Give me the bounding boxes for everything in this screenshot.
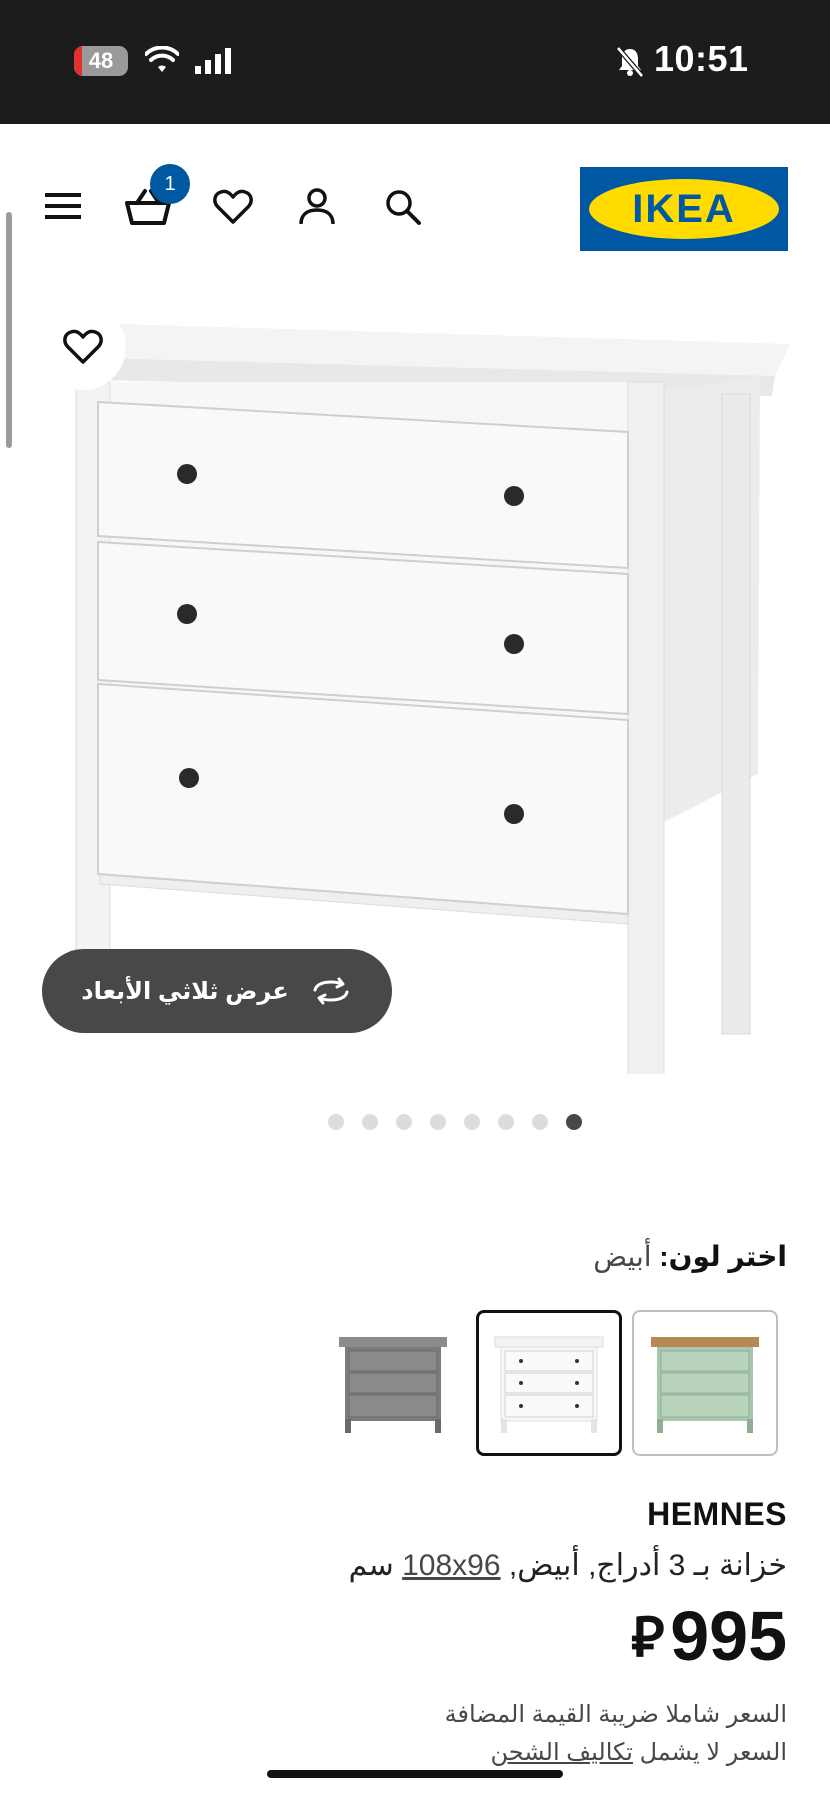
selected-color-value: أبيض: [593, 1241, 652, 1272]
dresser-thumbnail: [494, 1336, 604, 1433]
site-header: 1 IKEA: [0, 124, 830, 284]
clock: 10:51: [654, 38, 749, 79]
carousel-dot[interactable]: [430, 1114, 446, 1130]
drawer-knob: [177, 464, 197, 484]
carousel-dots: [0, 1114, 830, 1130]
menu-icon: [45, 193, 81, 219]
shipping-note: السعر لا يشمل تكاليف الشحن: [490, 1738, 787, 1767]
cellular-signal-icon: [195, 48, 231, 74]
logo-text: IKEA: [589, 179, 779, 239]
dimension-unit: سم: [348, 1549, 394, 1582]
carousel-dot[interactable]: [532, 1114, 548, 1130]
carousel-dot[interactable]: [362, 1114, 378, 1130]
add-to-favorites-button[interactable]: [40, 304, 126, 390]
carousel-dot-active[interactable]: [566, 1114, 582, 1130]
view-3d-button[interactable]: عرض ثلاثي الأبعاد: [42, 949, 392, 1033]
search-icon: [386, 190, 421, 225]
menu-button[interactable]: [40, 186, 86, 226]
carousel-dot[interactable]: [328, 1114, 344, 1130]
product-gallery[interactable]: عرض ثلاثي الأبعاد: [0, 284, 830, 1130]
dresser-thumbnail: [339, 1337, 447, 1433]
product-description-text: خزانة بـ 3 أدراج, أبيض,: [508, 1549, 787, 1582]
vat-note: السعر شاملا ضريبة القيمة المضافة: [444, 1701, 787, 1728]
heart-icon: [63, 329, 103, 364]
wifi-icon: [145, 46, 179, 72]
color-swatch-white[interactable]: [476, 1310, 622, 1456]
color-swatch-gray[interactable]: [320, 1310, 466, 1456]
carousel-dot[interactable]: [464, 1114, 480, 1130]
carousel-dot[interactable]: [396, 1114, 412, 1130]
carousel-dot[interactable]: [498, 1114, 514, 1130]
view-3d-label: عرض ثلاثي الأبعاد: [81, 977, 289, 1005]
ikea-logo[interactable]: IKEA: [580, 167, 788, 251]
user-icon: [299, 188, 335, 225]
battery-level: 48: [88, 48, 114, 73]
shipping-prefix: السعر لا يشمل: [639, 1739, 787, 1766]
search-button[interactable]: [380, 184, 426, 230]
currency-symbol: ⃁: [630, 1605, 665, 1668]
color-swatch-green-gray[interactable]: [632, 1310, 778, 1456]
rotate-3d-icon: [313, 977, 349, 1005]
battery-icon: 48: [74, 46, 128, 76]
account-button[interactable]: [294, 182, 340, 230]
shipping-costs-link[interactable]: تكاليف الشحن: [490, 1739, 632, 1766]
price-value: 995: [670, 1597, 787, 1675]
product-dimensions-link[interactable]: 108x96: [402, 1549, 500, 1582]
color-picker-label: اختر لون: أبيض: [593, 1240, 787, 1273]
dresser-thumbnail: [651, 1337, 759, 1433]
favorites-button[interactable]: [210, 184, 256, 230]
cart-count-badge: 1: [150, 164, 190, 204]
product-price: ⃁ 995: [631, 1596, 787, 1676]
silent-bell-icon: [616, 46, 644, 78]
product-name: HEMNES: [647, 1496, 787, 1532]
heart-icon: [213, 189, 253, 224]
status-bar: 48 10:51: [0, 0, 830, 124]
home-indicator[interactable]: [267, 1770, 563, 1778]
color-label-prefix: اختر لون:: [659, 1241, 787, 1272]
product-description: خزانة بـ 3 أدراج, أبيض, 108x96 سم: [349, 1548, 787, 1583]
